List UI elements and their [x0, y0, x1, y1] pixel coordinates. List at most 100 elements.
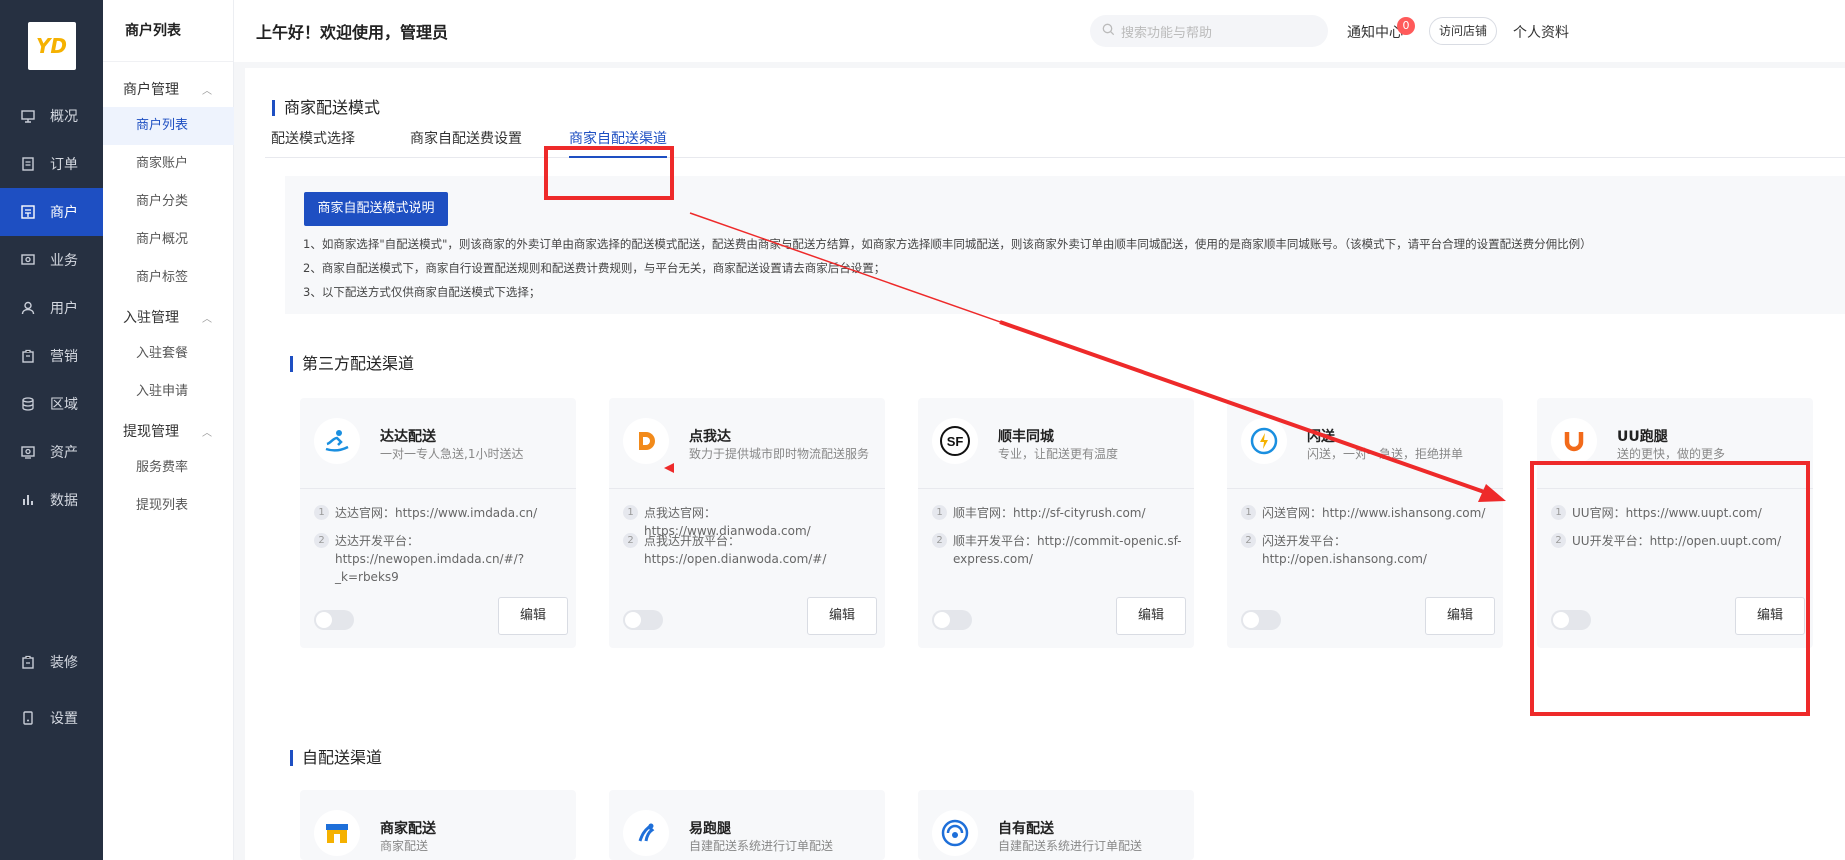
notice-center-link[interactable]: 通知中心 — [1347, 22, 1403, 42]
note-1: 1、如商家选择"自配送模式"，则该商家的外卖订单由商家选择的配送模式配送，配送费… — [303, 237, 1592, 251]
channel-link-row: 1 闪送官网：http://www.ishansong.com/ — [1241, 504, 1485, 522]
channel-card-dada: 达达配送 一对一专人急送,1小时送达 1 达达官网：https://www.imd… — [300, 398, 576, 648]
enable-toggle[interactable] — [1241, 610, 1281, 630]
chart-icon — [20, 492, 36, 508]
channel-name: 自有配送 — [998, 821, 1054, 837]
channel-desc: 一对一专人急送,1小时送达 — [380, 447, 524, 461]
nav-item-overview[interactable]: 概况 — [0, 92, 103, 140]
dianwoda-logo-icon — [623, 418, 669, 464]
top-header: 上午好！欢迎使用，管理员 — [234, 0, 1845, 62]
info-box: 商家自配送模式说明 1、如商家选择"自配送模式"，则该商家的外卖订单由商家选择的… — [285, 176, 1845, 314]
search-icon — [1102, 23, 1115, 40]
channel-link-row: 2 达达开发平台：https://newopen.imdada.cn/#/?_k=… — [314, 532, 565, 586]
step-number: 1 — [1241, 505, 1256, 520]
edit-button[interactable]: 编辑 — [1116, 597, 1186, 635]
main-nav: YD 概况 订单 商户 业务 用户 营销 区域 资产 数据 装修 设置 — [0, 0, 103, 860]
channel-link-row: 1 达达官网：https://www.imdada.cn/ — [314, 504, 537, 522]
nav-item-settings[interactable]: 设置 — [0, 694, 103, 742]
sub-nav: 商户列表 商户管理 ︿ 商户列表 商家账户 商户分类 商户概况 商户标签 入驻管… — [103, 0, 234, 860]
decorate-icon — [20, 654, 36, 670]
enable-toggle[interactable] — [623, 610, 663, 630]
yipaotui-logo-icon — [623, 810, 669, 856]
nav-item-business[interactable]: 业务 — [0, 236, 103, 284]
channel-name: 商家配送 — [380, 821, 436, 837]
nav-item-users[interactable]: 用户 — [0, 284, 103, 332]
subnav-item-merchant-overview[interactable]: 商户概况 — [103, 221, 234, 259]
note-2: 2、商家自配送模式下，商家自行设置配送规则和配送费计费规则，与平台无关，商家配送… — [303, 261, 886, 275]
self-section-title: 自配送渠道 — [290, 750, 382, 766]
page-title: 商家配送模式 — [272, 100, 380, 116]
monitor-icon — [20, 108, 36, 124]
step-number: 2 — [314, 533, 329, 548]
notice-count-badge: 0 — [1397, 17, 1415, 35]
nav-item-data[interactable]: 数据 — [0, 476, 103, 524]
channel-name: 达达配送 — [380, 429, 436, 445]
subnav-item-withdrawal-list[interactable]: 提现列表 — [103, 487, 234, 525]
step-number: 1 — [623, 505, 638, 520]
subnav-item-merchant-account[interactable]: 商家账户 — [103, 145, 234, 183]
channel-link-row: 2 闪送开发平台：http://open.ishansong.com/ — [1241, 532, 1492, 568]
greeting-text: 上午好！欢迎使用，管理员 — [256, 23, 449, 42]
nav-item-marketing[interactable]: 营销 — [0, 332, 103, 380]
nav-item-merchants[interactable]: 商户 — [0, 188, 103, 236]
tab-self-delivery-fee[interactable]: 商家自配送费设置 — [410, 128, 522, 158]
business-icon — [20, 252, 36, 268]
channel-desc: 专业，让配送更有温度 — [998, 447, 1119, 461]
tab-bar: 配送模式选择 商家自配送费设置 商家自配送渠道 — [265, 128, 1845, 158]
subnav-group-withdrawal[interactable]: 提现管理 ︿ — [103, 416, 234, 446]
subnav-item-service-rate[interactable]: 服务费率 — [103, 449, 234, 487]
step-number: 2 — [932, 533, 947, 548]
self-channel-card-merchant: 商家配送 商家配送 — [300, 790, 576, 860]
enable-toggle[interactable] — [932, 610, 972, 630]
enable-toggle[interactable] — [314, 610, 354, 630]
channel-card-sf: SF 顺丰同城 专业，让配送更有温度 1 顺丰官网：http://sf-cityr… — [918, 398, 1194, 648]
nav-item-assets[interactable]: 资产 — [0, 428, 103, 476]
visit-store-button[interactable]: 访问店铺 — [1429, 17, 1497, 45]
subnav-group-merchant-management[interactable]: 商户管理 ︿ — [103, 74, 234, 104]
search-input[interactable]: 搜索功能与帮助 — [1090, 15, 1328, 47]
tab-delivery-mode[interactable]: 配送模式选择 — [271, 128, 355, 158]
marketing-icon — [20, 348, 36, 364]
self-delivery-help-button[interactable]: 商家自配送模式说明 — [304, 192, 448, 226]
shop-logo-icon — [314, 810, 360, 856]
sf-logo-icon: SF — [932, 418, 978, 464]
channel-desc: 闪送，一对一急送，拒绝拼单 — [1307, 447, 1464, 461]
edit-button[interactable]: 编辑 — [498, 597, 568, 635]
settings-icon — [20, 710, 36, 726]
channel-name: 顺丰同城 — [998, 429, 1054, 445]
user-icon — [20, 300, 36, 316]
step-number: 2 — [1241, 533, 1256, 548]
app-logo[interactable]: YD — [27, 22, 76, 70]
annotation-box-uu-card — [1530, 461, 1810, 716]
step-number: 2 — [623, 533, 638, 548]
channel-desc: 自建配送系统进行订单配送 — [689, 839, 834, 853]
subnav-group-onboarding[interactable]: 入驻管理 ︿ — [103, 302, 234, 332]
chevron-up-icon: ︿ — [202, 313, 212, 325]
channel-card-shansong: 闪送 闪送，一对一急送，拒绝拼单 1 闪送官网：http://www.ishans… — [1227, 398, 1503, 648]
edit-button[interactable]: 编辑 — [1425, 597, 1495, 635]
profile-link[interactable]: 个人资料 — [1513, 22, 1569, 42]
edit-button[interactable]: 编辑 — [807, 597, 877, 635]
asset-icon — [20, 444, 36, 460]
third-party-section-title: 第三方配送渠道 — [290, 356, 414, 372]
channel-card-dianwoda: 点我达 致力于提供城市即时物流配送服务 1 点我达官网：https://www.d… — [609, 398, 885, 648]
chevron-up-icon: ︿ — [202, 427, 212, 439]
nav-item-orders[interactable]: 订单 — [0, 140, 103, 188]
subnav-item-merchant-list[interactable]: 商户列表 — [103, 107, 234, 145]
channel-link-row: 2 顺丰开发平台：http://commit-openic.sf-express.… — [932, 532, 1183, 568]
dada-logo-icon — [314, 418, 360, 464]
self-channel-card-yipaotui: 易跑腿 自建配送系统进行订单配送 — [609, 790, 885, 860]
subnav-item-onboarding-package[interactable]: 入驻套餐 — [103, 335, 234, 373]
channel-name: 闪送 — [1307, 429, 1335, 445]
self-channel-card-own: 自有配送 自建配送系统进行订单配送 — [918, 790, 1194, 860]
subnav-item-merchant-tags[interactable]: 商户标签 — [103, 259, 234, 297]
nav-item-decorate[interactable]: 装修 — [0, 638, 103, 686]
subnav-item-merchant-category[interactable]: 商户分类 — [103, 183, 234, 221]
channel-name: 易跑腿 — [689, 821, 731, 837]
subnav-title: 商户列表 — [103, 0, 233, 62]
nav-item-region[interactable]: 区域 — [0, 380, 103, 428]
subnav-item-onboarding-apply[interactable]: 入驻申请 — [103, 373, 234, 411]
channel-desc: 自建配送系统进行订单配送 — [998, 839, 1143, 853]
uu-logo-icon — [1551, 418, 1597, 464]
channel-desc: 商家配送 — [380, 839, 429, 853]
